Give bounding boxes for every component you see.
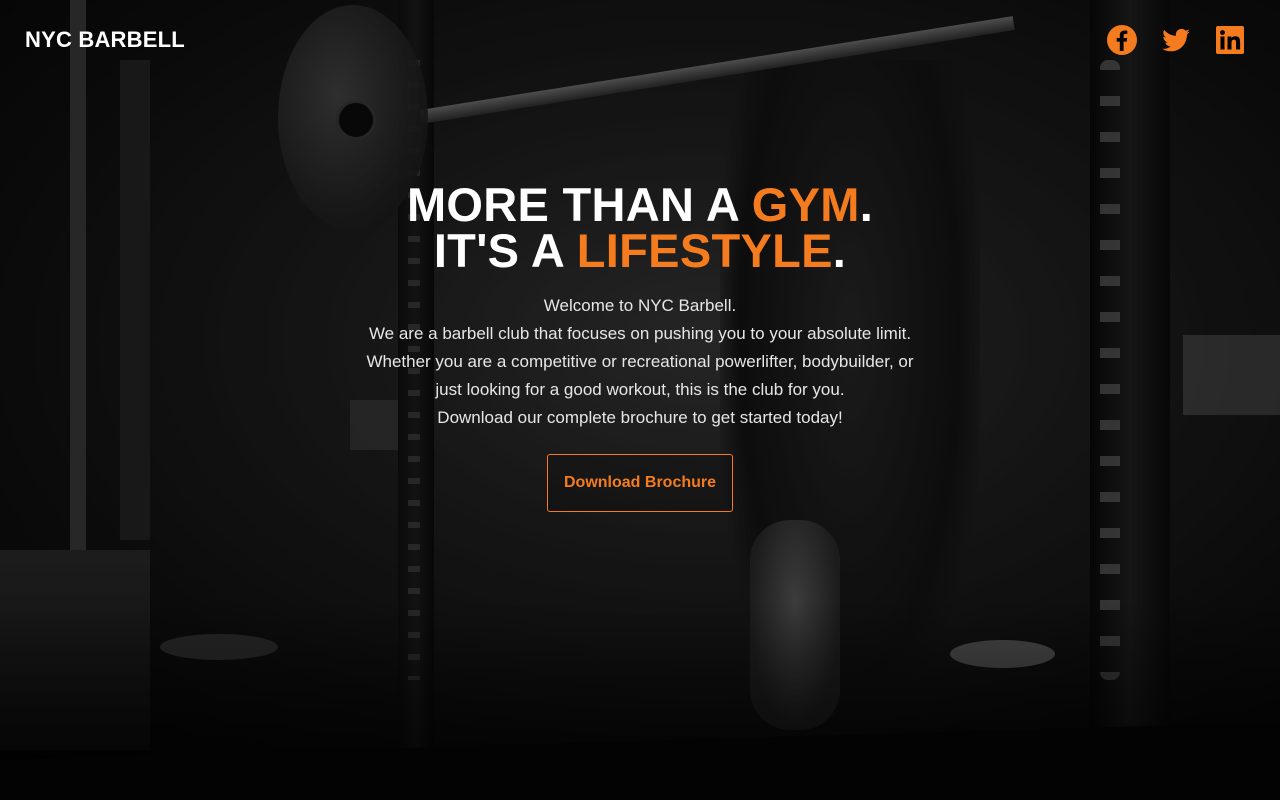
linkedin-icon — [1216, 26, 1244, 54]
hero-headline: MORE THAN A GYM. IT'S A LIFESTYLE. — [0, 181, 1280, 277]
intro-line: Welcome to NYC Barbell. — [543, 296, 737, 315]
twitter-link[interactable] — [1160, 24, 1192, 56]
intro-line: just looking for a good workout, this is… — [435, 380, 845, 399]
facebook-icon — [1107, 25, 1137, 55]
intro-line: Whether you are a competitive or recreat… — [366, 352, 914, 371]
social-links — [1106, 24, 1246, 56]
intro-line: We are a barbell club that focuses on pu… — [368, 324, 912, 343]
hero-intro-text: Welcome to NYC Barbell. We are a barbell… — [0, 292, 1280, 432]
twitter-icon — [1162, 28, 1190, 52]
intro-line: Download our complete brochure to get st… — [437, 408, 843, 427]
hero-section: NYC BARBELL MORE THAN A GYM. IT'S A LIFE… — [0, 0, 1280, 760]
headline-text: IT'S A — [433, 224, 577, 277]
brand-logo[interactable]: NYC BARBELL — [25, 27, 185, 53]
hero-content: MORE THAN A GYM. IT'S A LIFESTYLE. Welco… — [0, 181, 1280, 512]
headline-period: . — [832, 224, 847, 277]
facebook-link[interactable] — [1106, 24, 1138, 56]
headline-accent-lifestyle: LIFESTYLE — [576, 224, 833, 277]
download-brochure-button[interactable]: Download Brochure — [547, 454, 733, 512]
headline-period: . — [859, 178, 874, 231]
headline-line-2: IT'S A LIFESTYLE. — [434, 224, 846, 277]
linkedin-link[interactable] — [1214, 24, 1246, 56]
